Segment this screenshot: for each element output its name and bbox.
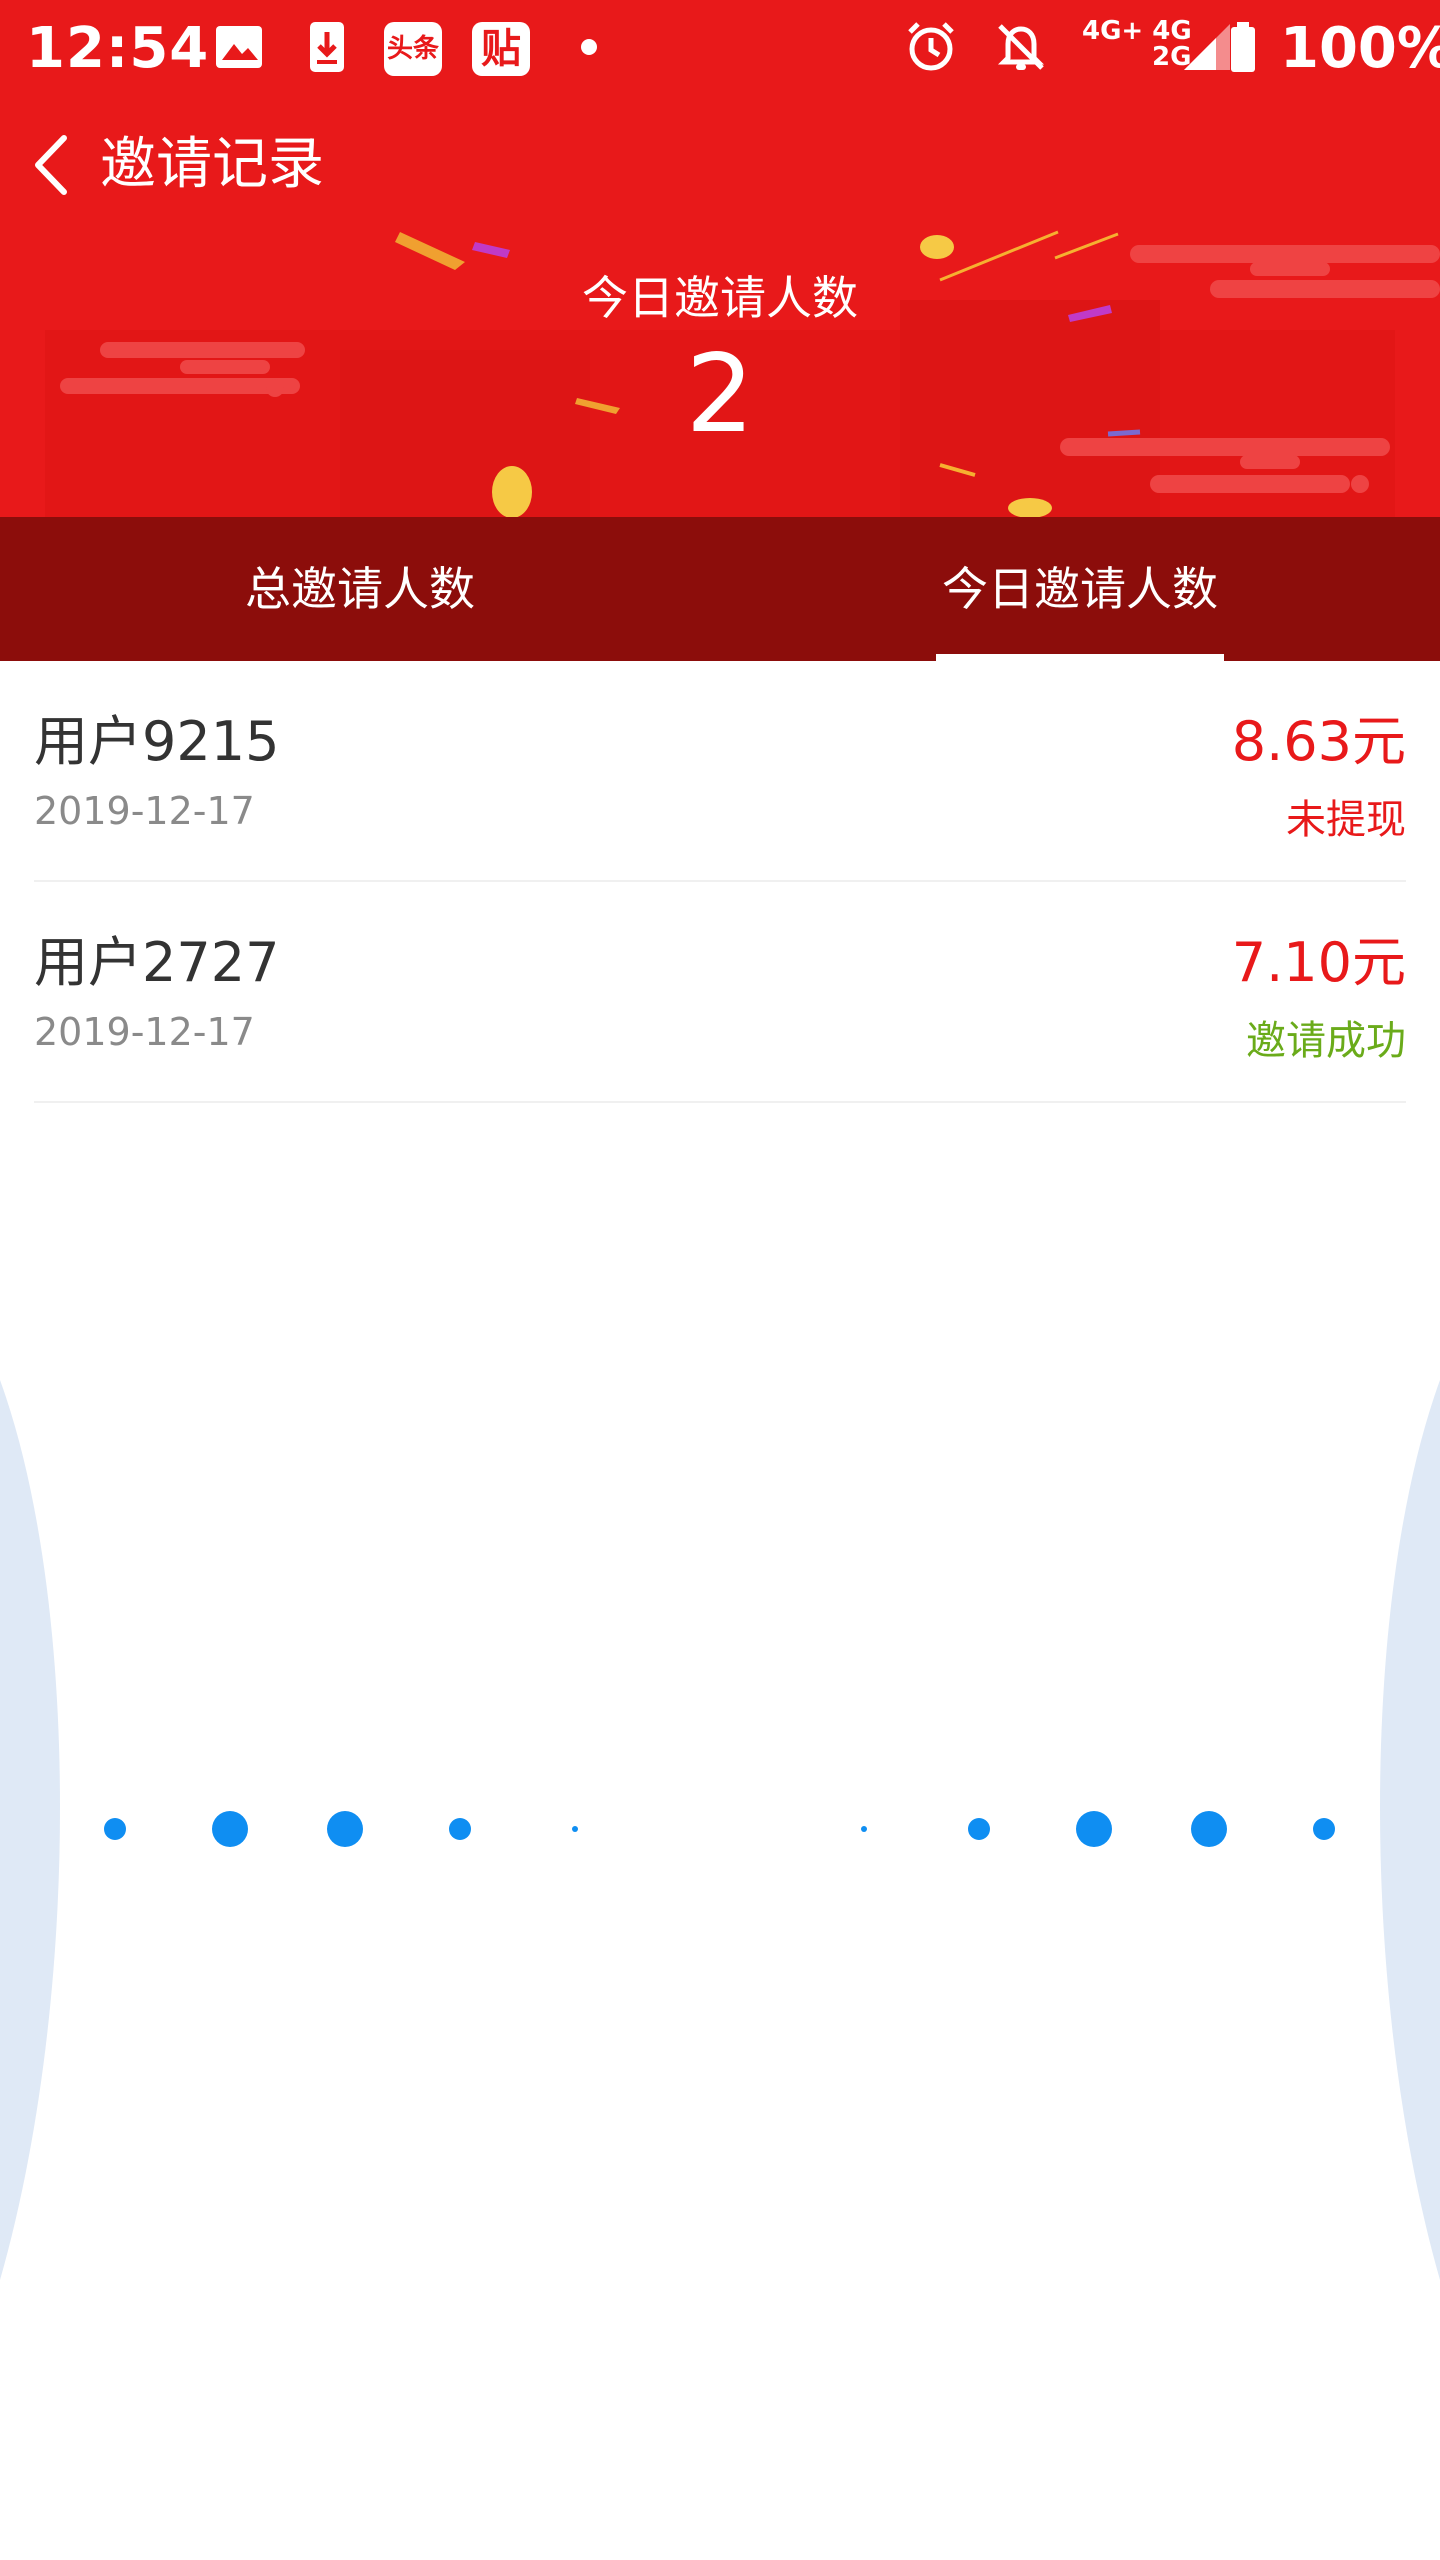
list-item[interactable]: 用户9215 2019-12-17 8.63元 未提现 bbox=[34, 661, 1406, 882]
invite-date: 2019-12-17 bbox=[34, 789, 255, 833]
user-name: 用户9215 bbox=[34, 710, 280, 773]
battery-icon bbox=[1231, 22, 1255, 72]
today-invite-count: 2 bbox=[685, 332, 755, 457]
loading-dot bbox=[1191, 1811, 1227, 1847]
active-tab-indicator bbox=[936, 654, 1224, 661]
loading-dot bbox=[104, 1818, 126, 1840]
battery-percent: 100% bbox=[1280, 16, 1440, 81]
mute-icon bbox=[997, 24, 1045, 70]
loading-dot bbox=[327, 1811, 363, 1847]
loading-dot bbox=[449, 1818, 471, 1840]
today-invite-label: 今日邀请人数 bbox=[582, 271, 858, 325]
loading-dot bbox=[968, 1818, 990, 1840]
status-badge: 未提现 bbox=[1286, 797, 1406, 843]
tab-total-invites[interactable]: 总邀请人数 bbox=[0, 517, 720, 661]
alarm-icon bbox=[908, 22, 954, 71]
loading-indicator bbox=[0, 1380, 1440, 2280]
reward-amount: 8.63元 bbox=[1231, 710, 1406, 773]
dot-icon bbox=[581, 39, 597, 55]
invite-header: 12:54 头条 贴 4G+ 4G 2G 100% 邀请记录 今日邀请人数 2 bbox=[0, 0, 1440, 517]
tab-bar: 总邀请人数 今日邀请人数 bbox=[0, 517, 1440, 661]
reward-amount: 7.10元 bbox=[1231, 931, 1406, 994]
status-bar: 12:54 头条 贴 4G+ 4G 2G 100% bbox=[0, 0, 1440, 98]
loading-dot bbox=[572, 1826, 578, 1832]
loading-dot bbox=[1076, 1811, 1112, 1847]
tab-today-invites[interactable]: 今日邀请人数 bbox=[720, 517, 1440, 661]
user-name: 用户2727 bbox=[34, 931, 280, 994]
page-title: 邀请记录 bbox=[100, 132, 324, 197]
download-icon bbox=[310, 22, 344, 72]
tieba-app-icon: 贴 bbox=[472, 22, 530, 76]
left-arc-decoration bbox=[0, 1380, 60, 2280]
invite-record-list: 用户9215 2019-12-17 8.63元 未提现 用户2727 2019-… bbox=[0, 661, 1440, 1103]
chevron-left-icon[interactable] bbox=[24, 132, 84, 198]
loading-dot bbox=[1313, 1818, 1335, 1840]
network-indicator: 4G+ 4G 2G bbox=[1082, 16, 1192, 72]
invite-date: 2019-12-17 bbox=[34, 1010, 255, 1054]
list-item[interactable]: 用户2727 2019-12-17 7.10元 邀请成功 bbox=[34, 882, 1406, 1103]
status-badge: 邀请成功 bbox=[1246, 1018, 1406, 1064]
status-time: 12:54 bbox=[26, 16, 210, 81]
right-arc-decoration bbox=[1380, 1380, 1440, 2280]
nav-bar: 邀请记录 bbox=[0, 120, 1440, 210]
loading-dot bbox=[212, 1811, 248, 1847]
loading-dot bbox=[861, 1826, 867, 1832]
toutiao-app-icon: 头条 bbox=[384, 22, 442, 76]
gallery-icon bbox=[216, 26, 262, 68]
